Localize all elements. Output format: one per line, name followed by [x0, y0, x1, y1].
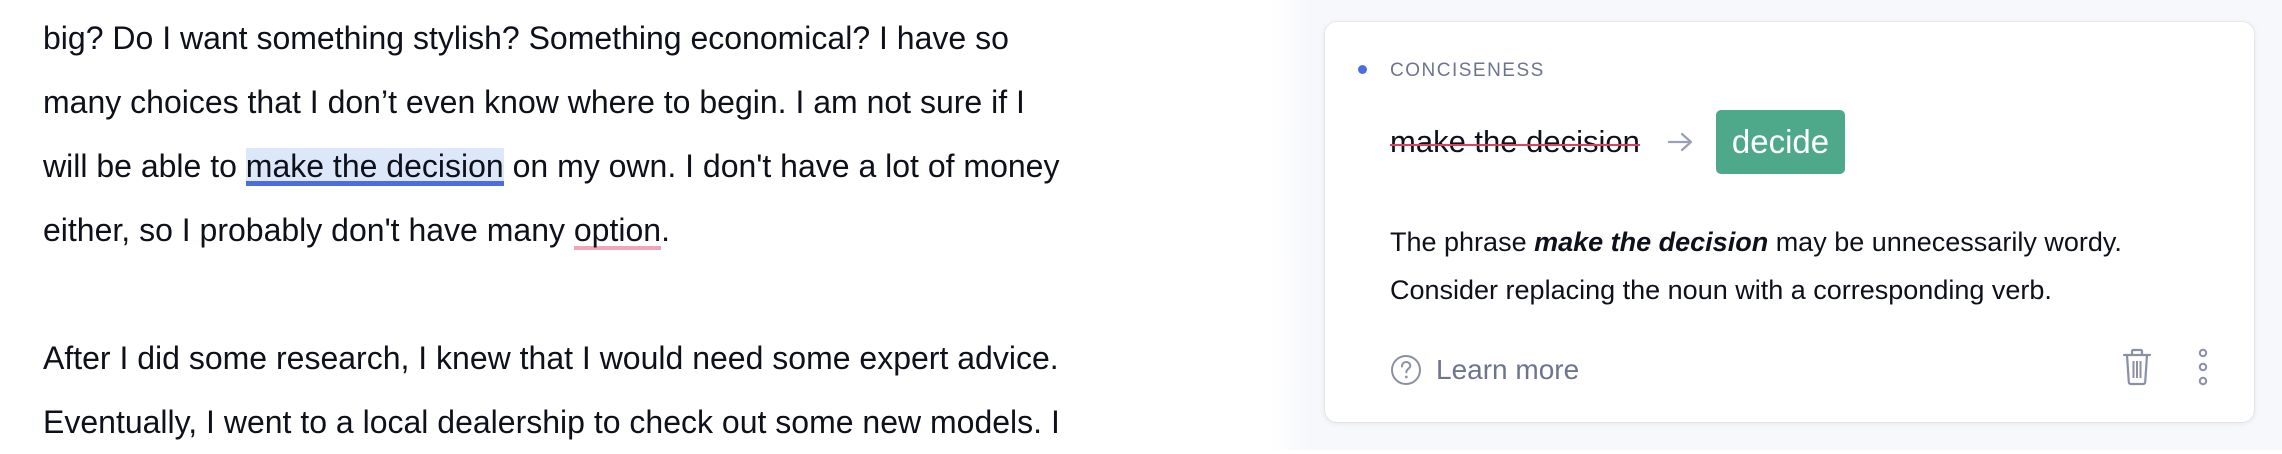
text-segment: will be able to [43, 148, 246, 184]
editor-paragraph[interactable]: big? Do I want something stylish? Someth… [43, 6, 1243, 262]
learn-more-label: Learn more [1436, 354, 1580, 385]
explanation-text: may be unnecessarily wordy. [1768, 227, 2122, 257]
category-label: CONCISENESS [1390, 60, 1545, 81]
learn-more-link[interactable]: Learn more [1390, 352, 1579, 388]
suggestion-row: make the decision decide [1390, 110, 1846, 174]
text-line: many choices that I don’t even know wher… [43, 84, 1025, 120]
text-line: big? Do I want something stylish? Someth… [43, 20, 1009, 56]
original-text: make the decision [1390, 124, 1640, 159]
text-line: Eventually, I went to a local dealership… [43, 404, 1060, 440]
text-line: will be able to make the decision on my … [43, 134, 1243, 198]
accept-replacement-button[interactable]: decide [1715, 110, 1846, 174]
editor-paragraph[interactable]: After I did some research, I knew that I… [43, 326, 1243, 454]
text-editor[interactable]: big? Do I want something stylish? Someth… [0, 0, 1270, 450]
explanation-phrase: make the decision [1534, 227, 1769, 257]
trash-icon[interactable] [2122, 348, 2152, 386]
text-segment: either, so I probably don't have many [43, 212, 574, 248]
suggestion-card[interactable]: CONCISENESS make the decision decide The… [1325, 22, 2254, 422]
explanation-text: The phrase [1390, 227, 1535, 257]
text-segment: . [661, 212, 670, 248]
arrow-right-icon [1667, 132, 1692, 152]
text-line: After I did some research, I knew that I… [43, 340, 1059, 376]
category-dot-icon [1358, 65, 1367, 74]
question-circle-icon [1391, 355, 1421, 385]
explanation-text: Consider replacing the noun with a corre… [1390, 275, 2052, 305]
highlighted-suggestion-phrase[interactable]: make the decision [245, 148, 504, 186]
suggestion-explanation: The phrase make the decision may be unne… [1390, 218, 2230, 314]
text-line: either, so I probably don't have many op… [43, 198, 1243, 262]
underlined-issue-word[interactable]: option [574, 212, 661, 250]
more-vertical-icon[interactable] [2197, 348, 2209, 386]
text-segment: on my own. I don't have a lot of money [503, 148, 1060, 184]
